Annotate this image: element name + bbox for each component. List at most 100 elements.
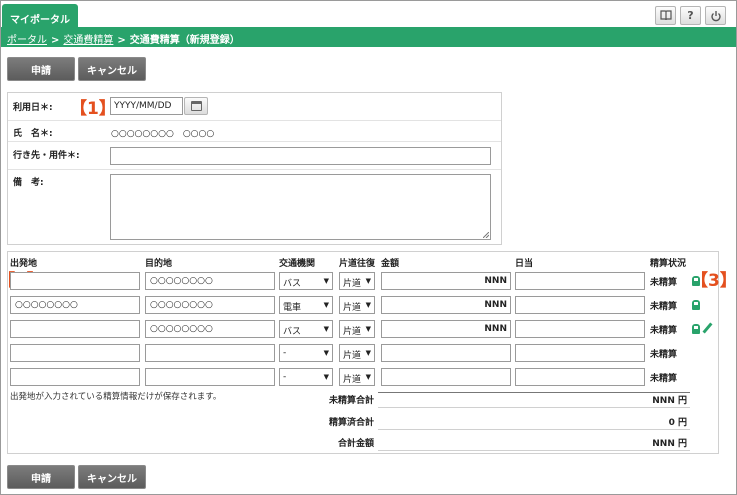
transport-value: -	[283, 372, 287, 382]
remarks-row: 備 考:	[8, 170, 501, 244]
dropdown-arrow-icon: ▼	[323, 277, 329, 285]
dropdown-arrow-icon: ▼	[323, 349, 329, 357]
dropdown-arrow-icon: ▼	[323, 301, 329, 309]
amount-input[interactable]	[381, 344, 511, 362]
from-input[interactable]	[10, 368, 140, 386]
unsettled-total-label: 未精算合計	[328, 396, 374, 406]
unsettled-total-value: NNN 円	[378, 388, 690, 408]
status-text: 未精算	[650, 374, 678, 384]
name-value: ○○○○○○○○ ○○○○	[111, 129, 215, 139]
col-header-transport: 交通機関	[279, 259, 316, 269]
amount-input[interactable]: NNN	[381, 296, 511, 314]
allowance-input[interactable]	[515, 368, 645, 386]
status-text: 未精算	[650, 278, 678, 288]
from-input[interactable]	[10, 344, 140, 362]
to-input[interactable]	[145, 344, 275, 362]
col-header-status: 精算状況	[650, 259, 687, 269]
trip-value: 片道	[343, 375, 362, 385]
train-icon[interactable]	[692, 276, 700, 286]
dropdown-arrow-icon: ▼	[365, 325, 371, 333]
remarks-textarea[interactable]	[110, 174, 491, 240]
dropdown-arrow-icon: ▼	[365, 301, 371, 309]
trip-select[interactable]: 片道 ▼	[339, 368, 375, 386]
resize-grip-icon	[483, 232, 489, 238]
col-header-to: 目的地	[145, 259, 173, 269]
brand-tab[interactable]: マイポータル	[2, 4, 78, 28]
to-input[interactable]: ○○○○○○○○	[145, 320, 275, 338]
destination-input[interactable]	[110, 147, 491, 165]
to-input[interactable]: ○○○○○○○○	[145, 272, 275, 290]
breadcrumb: ポータル > 交通費精算 > 交通費精算（新規登録）	[1, 27, 736, 47]
train-icon[interactable]	[692, 300, 700, 310]
breadcrumb-separator: >	[51, 35, 60, 46]
to-input[interactable]: ○○○○○○○○	[145, 296, 275, 314]
train-icon[interactable]	[692, 324, 700, 334]
allowance-input[interactable]	[515, 344, 645, 362]
from-input[interactable]	[10, 272, 140, 290]
dropdown-arrow-icon: ▼	[365, 349, 371, 357]
breadcrumb-portal-link[interactable]: ポータル	[7, 35, 47, 46]
date-label: 利用日＊:	[13, 103, 53, 113]
edit-pencil-icon[interactable]	[702, 322, 713, 334]
transport-value: -	[283, 348, 287, 358]
trip-value: 片道	[343, 327, 362, 337]
remarks-label: 備 考:	[13, 178, 44, 188]
amount-input[interactable]: NNN	[381, 272, 511, 290]
transport-select[interactable]: - ▼	[279, 368, 333, 386]
dropdown-arrow-icon: ▼	[323, 325, 329, 333]
grand-total-label: 合計金額	[337, 439, 374, 449]
trip-select[interactable]: 片道 ▼	[339, 272, 375, 290]
allowance-input[interactable]	[515, 272, 645, 290]
top-bar: マイポータル ?	[1, 1, 736, 28]
trip-value: 片道	[343, 351, 362, 361]
name-label: 氏 名＊:	[13, 129, 53, 139]
amount-input[interactable]	[381, 368, 511, 386]
date-input[interactable]: YYYY/MM/DD	[110, 97, 183, 115]
destination-label: 行き先・用件＊:	[13, 151, 80, 161]
allowance-input[interactable]	[515, 320, 645, 338]
breadcrumb-separator: >	[117, 35, 126, 46]
breadcrumb-expense-link[interactable]: 交通費精算	[63, 35, 113, 46]
dropdown-arrow-icon: ▼	[365, 373, 371, 381]
cancel-button-bottom[interactable]: キャンセル	[78, 465, 146, 489]
trip-value: 片道	[343, 279, 362, 289]
date-row: 利用日＊: 【1】 YYYY/MM/DD	[8, 93, 501, 121]
transport-select[interactable]: 電車 ▼	[279, 296, 333, 314]
status-text: 未精算	[650, 350, 678, 360]
grand-total-value: NNN 円	[378, 431, 690, 451]
name-row: 氏 名＊: ○○○○○○○○ ○○○○	[8, 121, 501, 142]
settled-total-label: 精算済合計	[328, 418, 374, 428]
book-icon[interactable]	[655, 6, 676, 25]
transport-value: バス	[283, 279, 302, 289]
trip-select[interactable]: 片道 ▼	[339, 320, 375, 338]
header-icons: ?	[655, 6, 726, 25]
from-input[interactable]: ○○○○○○○○	[10, 296, 140, 314]
apply-button-bottom[interactable]: 申請	[7, 465, 75, 489]
trip-select[interactable]: 片道 ▼	[339, 296, 375, 314]
settled-total-value: 0 円	[378, 410, 690, 430]
calendar-icon[interactable]	[184, 97, 208, 115]
trip-select[interactable]: 片道 ▼	[339, 344, 375, 362]
breadcrumb-current: 交通費精算（新規登録）	[129, 35, 240, 46]
status-text: 未精算	[650, 326, 678, 336]
expense-form-panel: 利用日＊: 【1】 YYYY/MM/DD 氏 名＊: ○○○○○○○○ ○○○○…	[7, 92, 502, 245]
destination-row: 行き先・用件＊:	[8, 142, 501, 170]
transport-select[interactable]: バス ▼	[279, 272, 333, 290]
amount-input[interactable]: NNN	[381, 320, 511, 338]
dropdown-arrow-icon: ▼	[323, 373, 329, 381]
to-input[interactable]	[145, 368, 275, 386]
from-input[interactable]	[10, 320, 140, 338]
apply-button-top[interactable]: 申請	[7, 57, 75, 81]
transport-select[interactable]: バス ▼	[279, 320, 333, 338]
transport-select[interactable]: - ▼	[279, 344, 333, 362]
col-header-trip: 片道往復	[339, 259, 376, 269]
routes-panel: 出発地 目的地 交通機関 片道往復 金額 日当 精算状況 【2】 【3】 ○○○…	[0, 251, 737, 454]
cancel-button-top[interactable]: キャンセル	[78, 57, 146, 81]
status-text: 未精算	[650, 302, 678, 312]
power-icon[interactable]	[705, 6, 726, 25]
help-icon[interactable]: ?	[680, 6, 701, 25]
transport-value: バス	[283, 327, 302, 337]
trip-value: 片道	[343, 303, 362, 313]
allowance-input[interactable]	[515, 296, 645, 314]
transport-value: 電車	[283, 303, 302, 313]
